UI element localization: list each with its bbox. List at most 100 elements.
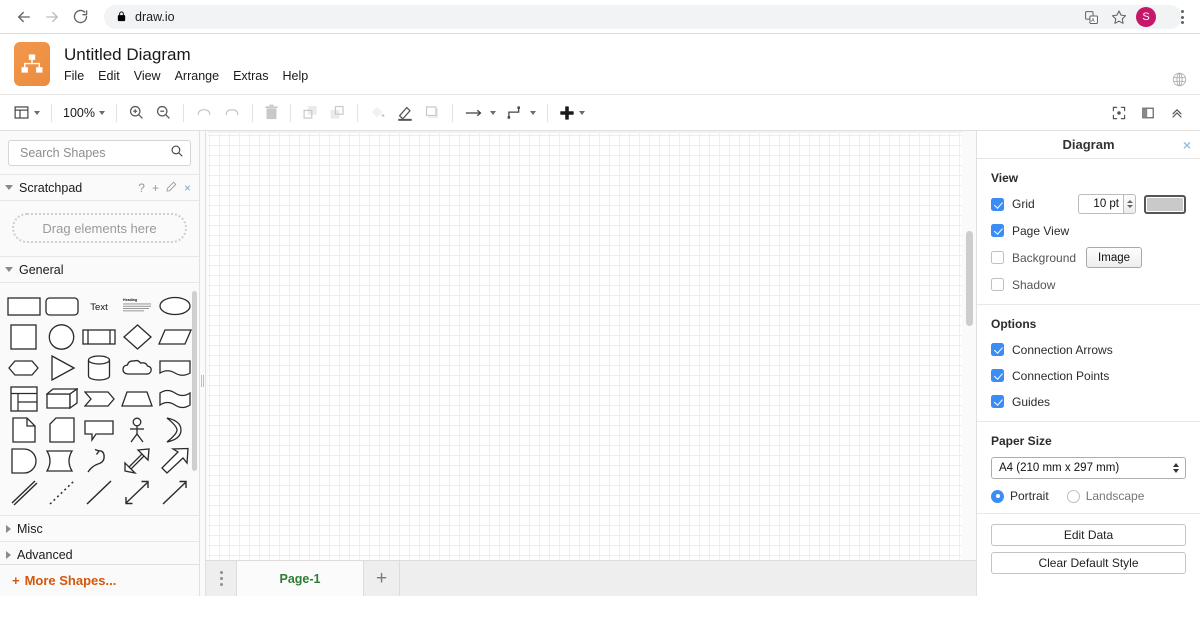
more-shapes-button[interactable]: + More Shapes... — [0, 564, 199, 596]
add-page-button[interactable]: + — [364, 561, 400, 596]
menu-view[interactable]: View — [134, 68, 161, 84]
canvas-grid-page[interactable] — [208, 131, 976, 578]
send-to-back-icon[interactable] — [324, 100, 351, 126]
view-layout-icon[interactable] — [8, 100, 45, 126]
avatar[interactable]: S — [1136, 7, 1156, 27]
background-checkbox[interactable] — [991, 251, 1004, 264]
shape-note[interactable] — [5, 415, 43, 445]
shape-document[interactable] — [156, 353, 194, 383]
shadow-icon[interactable] — [419, 100, 446, 126]
zoom-selector[interactable]: 100% — [58, 100, 110, 126]
sidebar-scrollbar[interactable] — [192, 291, 197, 471]
menu-extras[interactable]: Extras — [233, 68, 268, 84]
shape-cloud[interactable] — [118, 353, 156, 383]
search-input[interactable] — [18, 145, 170, 161]
menu-file[interactable]: File — [64, 68, 84, 84]
menu-arrange[interactable]: Arrange — [175, 68, 219, 84]
landscape-radio[interactable] — [1066, 489, 1080, 503]
shape-process[interactable] — [81, 322, 119, 352]
redo-icon[interactable] — [218, 100, 246, 126]
format-panel-icon[interactable] — [1135, 100, 1161, 126]
scratchpad-header[interactable]: Scratchpad ? + × — [0, 174, 199, 201]
shape-trapezoid[interactable] — [118, 384, 156, 414]
search-shapes-box[interactable] — [8, 140, 191, 166]
stepper-arrows[interactable] — [1123, 194, 1136, 214]
shape-rounded-rectangle[interactable] — [43, 291, 81, 321]
shape-cylinder[interactable] — [81, 353, 119, 383]
pencil-icon[interactable] — [166, 181, 177, 195]
shape-cube[interactable] — [43, 384, 81, 414]
shape-table[interactable] — [5, 384, 43, 414]
misc-section-header[interactable]: Misc — [0, 515, 199, 542]
bring-to-front-icon[interactable] — [297, 100, 324, 126]
grid-color-swatch[interactable] — [1144, 194, 1186, 214]
grid-checkbox[interactable] — [991, 197, 1004, 211]
connection-arrows-checkbox[interactable] — [991, 343, 1004, 356]
shape-step[interactable] — [81, 384, 119, 414]
menu-edit[interactable]: Edit — [98, 68, 120, 84]
star-icon[interactable] — [1108, 6, 1130, 28]
shape-rectangle[interactable] — [5, 291, 43, 321]
page-title[interactable]: Untitled Diagram — [64, 44, 308, 65]
shape-dashed-line[interactable] — [43, 477, 81, 507]
shape-square[interactable] — [5, 322, 43, 352]
address-bar[interactable]: draw.io — [104, 4, 1182, 29]
connection-arrow-icon[interactable] — [459, 100, 501, 126]
sidebar-splitter[interactable] — [200, 131, 206, 596]
translate-icon[interactable]: A — [1080, 6, 1102, 28]
fill-color-icon[interactable] — [364, 100, 391, 126]
shape-line[interactable] — [81, 477, 119, 507]
zoom-in-icon[interactable] — [123, 100, 150, 126]
portrait-radio[interactable] — [991, 489, 1004, 503]
fullscreen-icon[interactable] — [1106, 100, 1132, 126]
guides-checkbox[interactable] — [991, 395, 1004, 408]
shape-parallelogram[interactable] — [156, 322, 194, 352]
trash-icon[interactable] — [259, 100, 284, 126]
forward-button[interactable] — [38, 3, 66, 31]
scratchpad-dropzone[interactable]: Drag elements here — [12, 213, 187, 243]
close-icon[interactable]: × — [184, 181, 191, 195]
grid-size-input[interactable]: 10 pt — [1078, 194, 1123, 214]
add-icon[interactable]: + — [152, 181, 159, 195]
reload-button[interactable] — [66, 3, 94, 31]
line-color-icon[interactable] — [391, 100, 419, 126]
shape-bidirectional-arrow[interactable] — [118, 446, 156, 476]
shape-data-storage[interactable] — [43, 446, 81, 476]
shape-or-shape[interactable] — [156, 415, 194, 445]
page-view-checkbox[interactable] — [991, 224, 1004, 237]
diagram-canvas[interactable] — [200, 131, 976, 596]
background-image-button[interactable]: Image — [1086, 247, 1143, 268]
shape-internal-storage[interactable] — [5, 446, 43, 476]
general-section-header[interactable]: General — [0, 256, 199, 283]
shape-hexagon[interactable] — [5, 353, 43, 383]
shape-diamond[interactable] — [118, 322, 156, 352]
shadow-checkbox[interactable] — [991, 278, 1004, 291]
help-icon[interactable]: ? — [138, 181, 145, 195]
plus-insert-icon[interactable] — [554, 100, 590, 126]
shape-circle[interactable] — [43, 322, 81, 352]
shape-curve[interactable] — [81, 446, 119, 476]
search-icon[interactable] — [170, 144, 184, 163]
shape-directional-line[interactable] — [156, 477, 194, 507]
shape-text[interactable]: Text — [81, 291, 119, 321]
shape-arrow[interactable] — [156, 446, 194, 476]
shape-card[interactable] — [43, 415, 81, 445]
close-icon[interactable]: × — [1183, 137, 1191, 153]
waypoint-icon[interactable] — [501, 100, 541, 126]
shape-textbox-heading[interactable]: Heading — [118, 291, 156, 321]
globe-icon[interactable] — [1172, 72, 1187, 92]
shape-ellipse[interactable] — [156, 291, 194, 321]
chevrons-up-icon[interactable] — [1164, 100, 1190, 126]
canvas-vertical-scrollbar[interactable] — [966, 231, 973, 326]
connection-points-checkbox[interactable] — [991, 369, 1004, 382]
page-tab-page-1[interactable]: Page-1 — [236, 561, 364, 596]
shape-double-line[interactable] — [5, 477, 43, 507]
shape-callout[interactable] — [81, 415, 119, 445]
kebab-menu-icon[interactable] — [1170, 0, 1194, 34]
undo-icon[interactable] — [190, 100, 218, 126]
zoom-out-icon[interactable] — [150, 100, 177, 126]
back-button[interactable] — [10, 3, 38, 31]
shape-double-arrow-line[interactable] — [118, 477, 156, 507]
shape-actor[interactable] — [118, 415, 156, 445]
clear-default-style-button[interactable]: Clear Default Style — [991, 552, 1186, 574]
